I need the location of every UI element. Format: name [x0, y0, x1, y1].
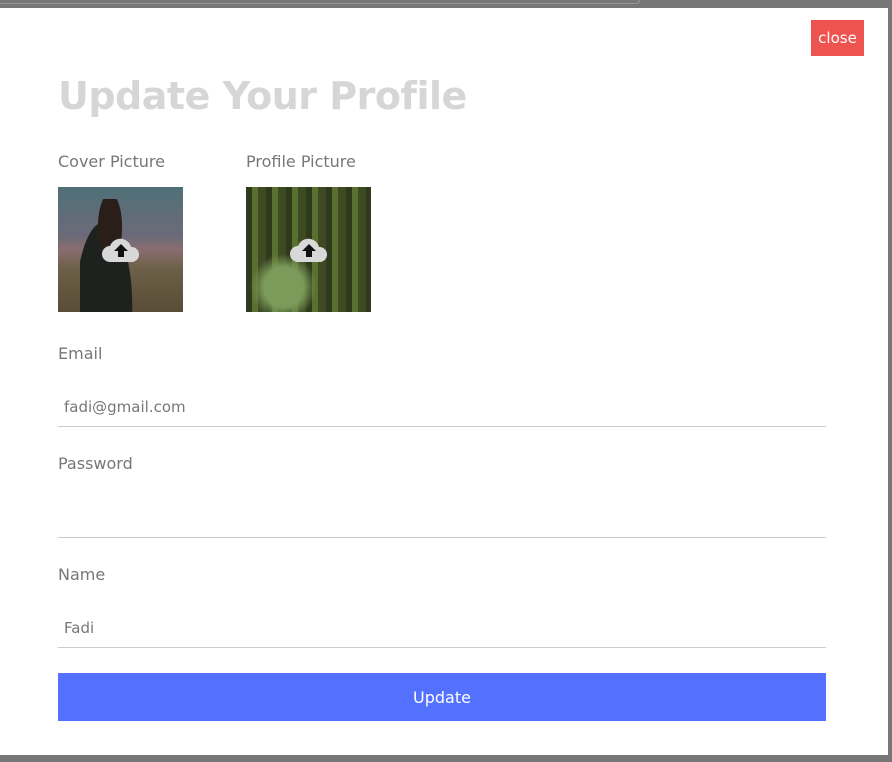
update-button[interactable]: Update	[58, 673, 826, 721]
upload-cloud-icon	[289, 238, 327, 262]
page-title: Update Your Profile	[58, 74, 467, 118]
close-button[interactable]: close	[811, 20, 864, 56]
cover-picture-label: Cover Picture	[58, 152, 165, 171]
email-label: Email	[58, 344, 103, 363]
update-profile-modal: close Update Your Profile Cover Picture …	[0, 8, 888, 755]
profile-picture-label: Profile Picture	[246, 152, 356, 171]
name-field[interactable]	[58, 608, 826, 648]
password-field[interactable]	[58, 498, 826, 538]
background-window-edge	[0, 0, 640, 4]
cover-picture-upload[interactable]	[58, 187, 183, 312]
email-field[interactable]	[58, 387, 826, 427]
name-label: Name	[58, 565, 106, 584]
upload-cloud-icon	[101, 238, 139, 262]
password-label: Password	[58, 454, 133, 473]
profile-picture-upload[interactable]	[246, 187, 371, 312]
